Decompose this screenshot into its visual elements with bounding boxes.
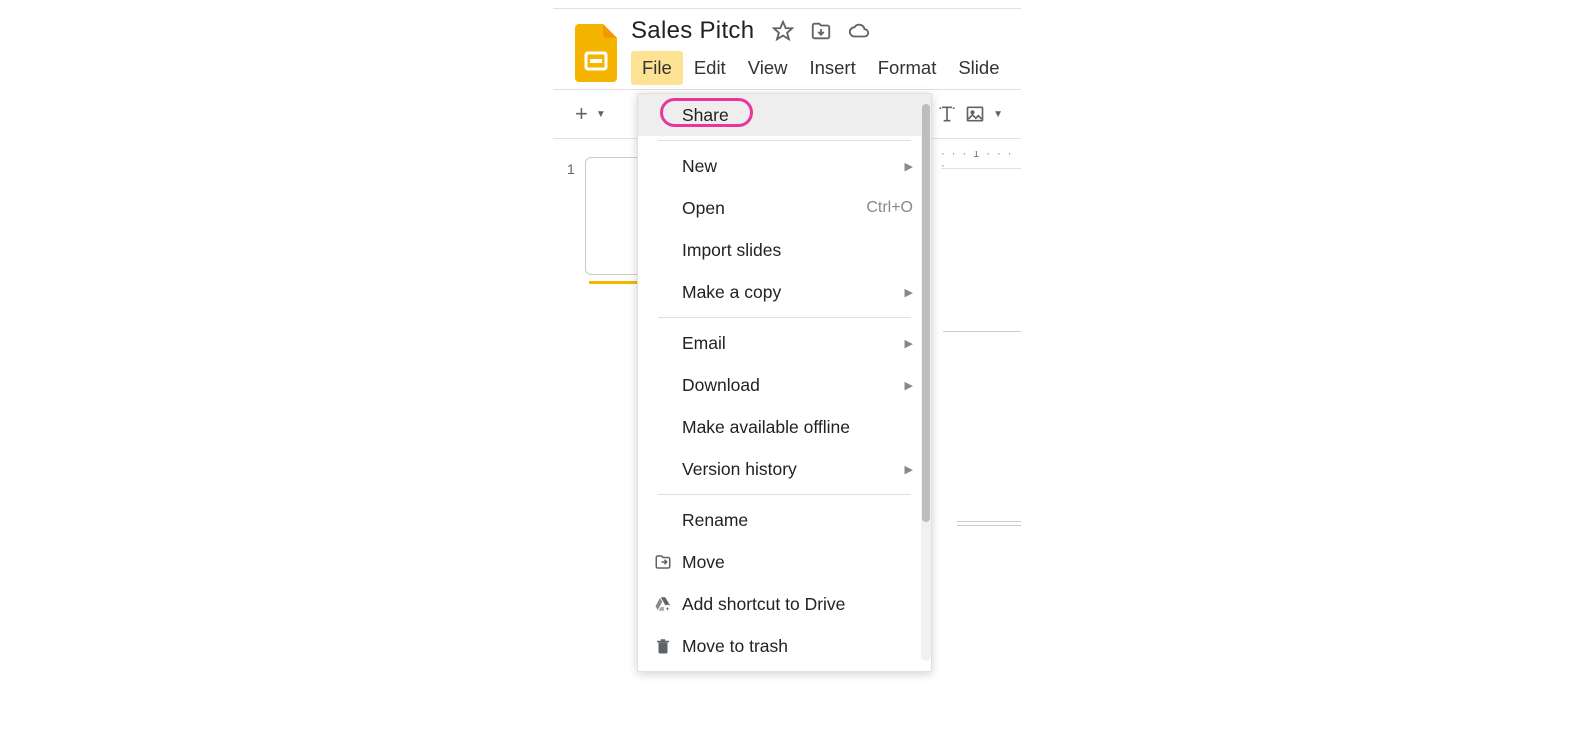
ruler-label: · · · 1 · · · · xyxy=(941,151,1021,169)
move-folder-icon[interactable] xyxy=(810,20,832,42)
file-menu-rename[interactable]: Rename xyxy=(638,499,931,541)
file-menu-import-slides[interactable]: Import slides xyxy=(638,229,931,271)
open-shortcut: Ctrl+O xyxy=(866,199,913,217)
trash-icon xyxy=(654,637,682,655)
menu-insert[interactable]: Insert xyxy=(798,51,866,85)
star-icon[interactable] xyxy=(772,20,794,42)
menubar: File Edit View Insert Format Slide xyxy=(631,51,1010,85)
submenu-arrow-icon: ▶ xyxy=(905,379,913,392)
toolbar-left: + ▼ xyxy=(571,99,606,129)
menu-format[interactable]: Format xyxy=(867,51,948,85)
app-container: Sales Pitch xyxy=(553,8,1021,738)
thumbnail-number: 1 xyxy=(567,157,575,177)
title-row: Sales Pitch xyxy=(631,17,1010,45)
svg-text:+: + xyxy=(666,606,670,613)
new-slide-button[interactable]: + xyxy=(571,99,592,129)
file-menu-download[interactable]: Download ▶ xyxy=(638,364,931,406)
open-label: Open xyxy=(682,198,866,219)
document-title[interactable]: Sales Pitch xyxy=(631,17,754,45)
canvas-edge-lines xyxy=(957,521,1021,529)
menu-divider xyxy=(658,140,911,141)
menu-slide[interactable]: Slide xyxy=(947,51,1010,85)
file-menu-share[interactable]: Share Share xyxy=(638,94,931,136)
submenu-arrow-icon: ▶ xyxy=(905,286,913,299)
toolbar-right: ▼ xyxy=(937,104,1003,124)
image-tool-icon[interactable] xyxy=(965,104,985,124)
menu-divider xyxy=(658,317,911,318)
title-icons xyxy=(772,20,870,42)
make-available-offline-label: Make available offline xyxy=(682,417,913,438)
new-label: New xyxy=(682,156,905,177)
file-menu-dropdown: Share Share New ▶ Open Ctrl+O Import sli… xyxy=(637,93,932,672)
add-shortcut-to-drive-label: Add shortcut to Drive xyxy=(682,594,913,615)
text-tool-icon[interactable] xyxy=(937,104,957,124)
move-to-trash-label: Move to trash xyxy=(682,636,913,657)
share-label: Share xyxy=(682,105,913,126)
make-a-copy-label: Make a copy xyxy=(682,282,905,303)
import-slides-label: Import slides xyxy=(682,240,913,261)
download-label: Download xyxy=(682,375,905,396)
file-menu-move[interactable]: Move xyxy=(638,541,931,583)
menu-edit[interactable]: Edit xyxy=(683,51,737,85)
version-history-label: Version history xyxy=(682,459,905,480)
file-menu-make-available-offline[interactable]: Make available offline xyxy=(638,406,931,448)
image-tool-dropdown[interactable]: ▼ xyxy=(993,109,1003,120)
file-menu-open[interactable]: Open Ctrl+O xyxy=(638,187,931,229)
move-label: Move xyxy=(682,552,913,573)
email-label: Email xyxy=(682,333,905,354)
submenu-arrow-icon: ▶ xyxy=(905,337,913,350)
file-menu-version-history[interactable]: Version history ▶ xyxy=(638,448,931,490)
cloud-status-icon[interactable] xyxy=(848,20,870,42)
drive-shortcut-icon: + xyxy=(654,595,682,613)
menu-view[interactable]: View xyxy=(737,51,799,85)
dropdown-scrollbar[interactable] xyxy=(921,104,931,661)
slides-logo-icon xyxy=(575,24,617,82)
canvas-edge-line xyxy=(943,331,1021,332)
ruler: · · · 1 · · · · xyxy=(941,151,1021,169)
file-menu-move-to-trash[interactable]: Move to trash xyxy=(638,625,931,667)
header-content: Sales Pitch xyxy=(631,17,1010,85)
file-menu-new[interactable]: New ▶ xyxy=(638,145,931,187)
header: Sales Pitch xyxy=(553,9,1021,85)
new-slide-dropdown[interactable]: ▼ xyxy=(596,109,606,120)
move-icon xyxy=(654,553,682,571)
submenu-arrow-icon: ▶ xyxy=(905,463,913,476)
submenu-arrow-icon: ▶ xyxy=(905,160,913,173)
file-menu-add-shortcut-to-drive[interactable]: + Add shortcut to Drive xyxy=(638,583,931,625)
file-menu-make-a-copy[interactable]: Make a copy ▶ xyxy=(638,271,931,313)
scrollbar-thumb[interactable] xyxy=(922,104,930,522)
file-menu-email[interactable]: Email ▶ xyxy=(638,322,931,364)
menu-file[interactable]: File xyxy=(631,51,683,85)
menu-divider xyxy=(658,494,911,495)
rename-label: Rename xyxy=(682,510,913,531)
